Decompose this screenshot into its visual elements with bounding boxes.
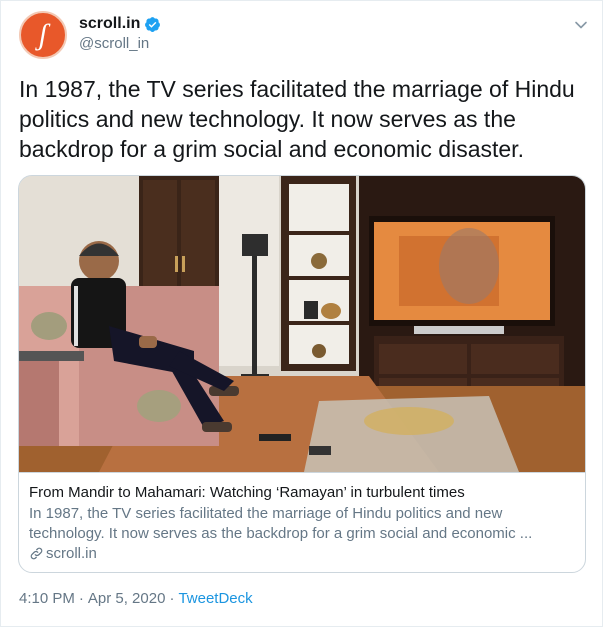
link-card[interactable]: From Mandir to Mahamari: Watching ‘Ramay… [18,175,586,573]
display-name[interactable]: scroll.in [79,15,140,33]
tweet-time[interactable]: 4:10 PM [19,590,75,607]
card-title[interactable]: From Mandir to Mahamari: Watching ‘Ramay… [29,483,573,502]
avatar-logo: ʃ [38,18,48,51]
link-icon [30,547,43,560]
tweet-date[interactable]: Apr 5, 2020 [88,590,166,607]
tweet-source-link[interactable]: TweetDeck [178,590,252,607]
meta-separator: · [169,590,175,607]
card-image[interactable] [19,176,585,472]
tweet-meta: 4:10 PM · Apr 5, 2020 · TweetDeck [19,590,253,607]
avatar[interactable]: ʃ [19,11,67,59]
card-description: In 1987, the TV series facilitated the m… [29,505,533,542]
tweet: ʃ scroll.in @scroll_in In 1987, the TV s… [0,0,603,627]
meta-separator: · [78,590,84,607]
name-row: scroll.in [79,15,161,33]
tweet-text: In 1987, the TV series facilitated the m… [19,76,575,162]
tweet-header: ʃ scroll.in @scroll_in [19,11,589,59]
card-domain-row: scroll.in [29,545,573,562]
verified-badge-icon [145,16,161,32]
chevron-down-icon[interactable] [573,17,589,33]
card-body[interactable]: From Mandir to Mahamari: Watching ‘Ramay… [19,472,585,572]
user-handle[interactable]: @scroll_in [79,35,149,52]
card-domain: scroll.in [46,545,97,562]
living-room-photo [19,176,585,472]
